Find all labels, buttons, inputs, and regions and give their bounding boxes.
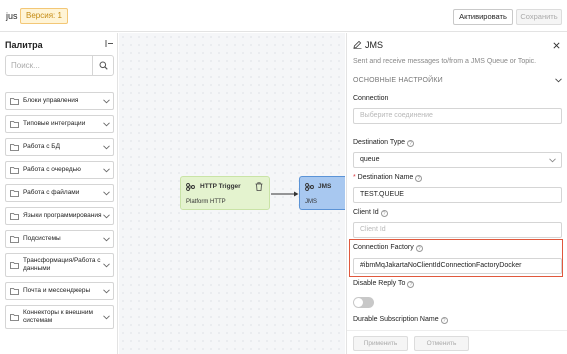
palette-item[interactable]: Типовые интеграции — [5, 115, 114, 133]
chevron-down-icon — [103, 263, 110, 268]
palette-item[interactable]: Трансформация/Работа с данными — [5, 253, 114, 277]
panel-title: JMS — [365, 40, 383, 50]
palette-item-label: Работа с БД — [23, 143, 60, 150]
durable-subscription-label-text: Durable Subscription Name — [353, 316, 439, 323]
help-icon[interactable]: ? — [440, 317, 448, 324]
disable-reply-to-label: Disable Reply To? — [353, 280, 415, 288]
help-icon[interactable]: ? — [380, 210, 388, 217]
palette-search — [5, 55, 114, 76]
disable-reply-to-label-text: Disable Reply To — [353, 280, 406, 287]
palette-item-label: Трансформация/Работа с данными — [23, 257, 101, 272]
palette-item[interactable]: Языки программирования — [5, 207, 114, 225]
help-icon[interactable]: ? — [415, 175, 423, 182]
properties-panel: JMS Sent and receive messages to/from a … — [346, 33, 567, 354]
folder-icon — [10, 167, 19, 174]
client-id-placeholder: Client Id — [360, 226, 386, 233]
panel-footer: Применить Отменить — [347, 330, 567, 354]
palette-item-label: Подсистемы — [23, 235, 61, 242]
connection-placeholder: Выберите соединение — [360, 112, 433, 119]
palette-sidebar: Палитра Блоки управления Типовые интегра… — [0, 33, 118, 354]
folder-icon — [10, 190, 19, 197]
palette-item-label: Работа с файлами — [23, 189, 80, 196]
node-graph-icon — [305, 183, 314, 191]
palette-item[interactable]: Работа с очередью — [5, 161, 114, 179]
jms-node[interactable]: JMS JMS — [299, 176, 345, 210]
section-title: ОСНОВНЫЕ НАСТРОЙКИ — [353, 77, 443, 84]
node-subtitle: JMS — [305, 199, 317, 205]
folder-icon — [10, 121, 19, 128]
palette-item[interactable]: Подсистемы — [5, 230, 114, 248]
chevron-down-icon — [103, 289, 110, 294]
folder-icon — [10, 213, 19, 220]
palette-item-label: Коннекторы к внешним системам — [23, 309, 93, 324]
help-icon[interactable]: ? — [407, 140, 415, 147]
node-title: JMS — [318, 183, 332, 190]
destination-type-label: Destination Type? — [353, 139, 415, 147]
palette-item-label: Типовые интеграции — [23, 120, 86, 127]
destination-type-value: queue — [360, 156, 380, 163]
search-input[interactable] — [6, 56, 92, 75]
node-title: HTTP Trigger — [200, 183, 241, 190]
destination-type-label-text: Destination Type — [353, 139, 406, 146]
destination-name-label: * Destination Name? — [353, 174, 423, 182]
palette-item-label: Почта и мессенджеры — [23, 287, 91, 294]
palette-item-label: Языки программирования — [23, 212, 102, 219]
disable-reply-to-toggle[interactable] — [353, 297, 374, 308]
node-graph-icon — [186, 183, 195, 191]
panel-description: Sent and receive messages to/from a JMS … — [353, 58, 537, 65]
palette-item[interactable]: Коннекторы к внешним системам — [5, 305, 114, 329]
search-button[interactable] — [92, 56, 114, 75]
trash-icon[interactable] — [255, 182, 263, 191]
destination-name-label-text: Destination Name — [357, 174, 414, 181]
folder-icon — [10, 314, 19, 321]
http-trigger-node[interactable]: HTTP Trigger Platform HTTP — [180, 176, 270, 210]
close-icon[interactable] — [553, 42, 560, 49]
destination-type-select[interactable]: queue — [353, 152, 562, 168]
chevron-down-icon — [103, 214, 110, 219]
chevron-down-icon — [103, 122, 110, 127]
durable-subscription-label: Durable Subscription Name? — [353, 316, 448, 324]
chevron-down-icon — [103, 168, 110, 173]
chevron-down-icon — [103, 191, 110, 196]
cancel-button[interactable]: Отменить — [414, 336, 469, 351]
palette-item-label: Работа с очередью — [23, 166, 81, 173]
save-button[interactable]: Сохранить — [516, 9, 562, 25]
chevron-down-icon — [103, 99, 110, 104]
chevron-down-icon — [549, 158, 556, 163]
client-id-field[interactable]: Client Id — [353, 222, 562, 238]
palette-item-label: Блоки управления — [23, 97, 79, 104]
palette-item[interactable]: Почта и мессенджеры — [5, 282, 114, 300]
chevron-down-icon[interactable] — [555, 78, 562, 83]
app-name: jus — [6, 11, 18, 21]
edit-icon — [353, 40, 362, 49]
chevron-down-icon — [103, 237, 110, 242]
palette-item[interactable]: Работа с БД — [5, 138, 114, 156]
activate-button[interactable]: Активировать — [453, 9, 513, 25]
folder-icon — [10, 236, 19, 243]
chevron-down-icon — [103, 315, 110, 320]
folder-icon — [10, 262, 19, 269]
palette-item[interactable]: Работа с файлами — [5, 184, 114, 202]
connection-label: Connection — [353, 95, 389, 102]
search-icon — [99, 61, 108, 70]
apply-button[interactable]: Применить — [353, 336, 408, 351]
folder-icon — [10, 144, 19, 151]
node-subtitle: Platform HTTP — [186, 199, 226, 205]
palette-title: Палитра — [5, 40, 43, 50]
folder-icon — [10, 98, 19, 105]
client-id-label-text: Client Id — [353, 209, 379, 216]
folder-icon — [10, 288, 19, 295]
node-connector-arrow — [271, 191, 299, 197]
client-id-label: Client Id? — [353, 209, 388, 217]
destination-name-value: TEST.QUEUE — [360, 191, 404, 198]
collapse-panel-icon[interactable] — [105, 39, 114, 48]
connection-factory-highlight — [349, 239, 563, 277]
destination-name-field[interactable]: TEST.QUEUE — [353, 187, 562, 203]
version-badge: Версия: 1 — [20, 8, 68, 24]
palette-item[interactable]: Блоки управления — [5, 92, 114, 110]
top-bar: jus Версия: 1 Активировать Сохранить — [0, 0, 567, 32]
chevron-down-icon — [103, 145, 110, 150]
connection-select[interactable]: Выберите соединение — [353, 108, 562, 124]
help-icon[interactable]: ? — [407, 281, 415, 288]
